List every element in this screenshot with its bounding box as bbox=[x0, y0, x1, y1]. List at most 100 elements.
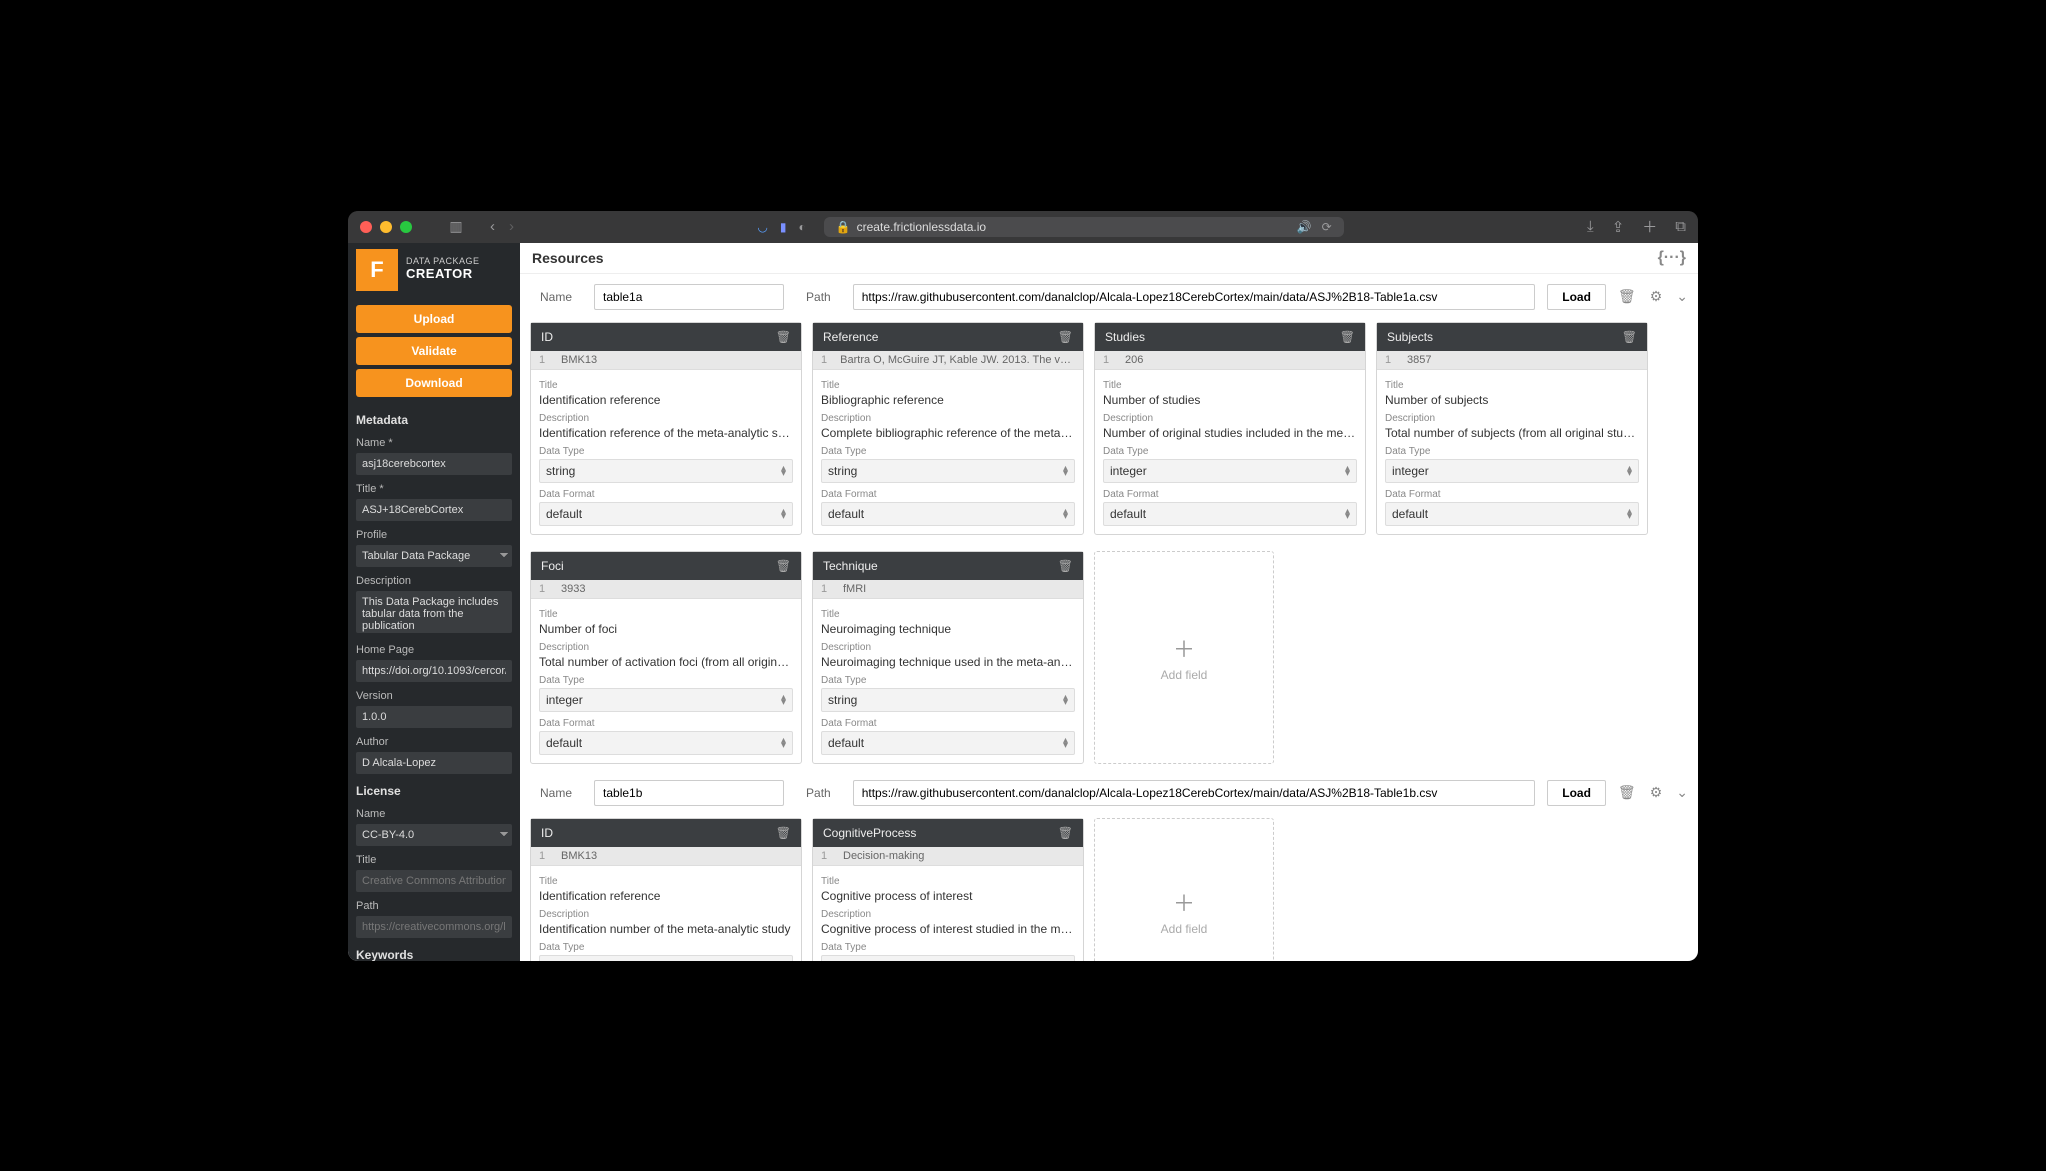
data-format-select[interactable]: default▴▾ bbox=[1385, 502, 1639, 526]
download-button[interactable]: Download bbox=[356, 369, 512, 397]
url-text: create.frictionlessdata.io bbox=[857, 220, 986, 234]
title-value[interactable]: Number of subjects bbox=[1385, 393, 1639, 407]
license-path-input[interactable] bbox=[356, 916, 512, 938]
description-value[interactable]: Number of original studies included in t… bbox=[1103, 426, 1357, 440]
title-value[interactable]: Identification reference bbox=[539, 889, 793, 903]
version-input[interactable] bbox=[356, 706, 512, 728]
data-format-select[interactable]: default▴▾ bbox=[1103, 502, 1357, 526]
description-label: Description bbox=[539, 642, 793, 653]
forward-button[interactable]: › bbox=[509, 218, 514, 235]
resource-name-input[interactable] bbox=[594, 284, 784, 310]
data-type-select[interactable]: string▴▾ bbox=[539, 955, 793, 961]
share-icon[interactable]: ⇪ bbox=[1612, 218, 1625, 236]
trash-icon[interactable]: 🗑 bbox=[776, 559, 791, 573]
description-value[interactable]: Identification number of the meta-analyt… bbox=[539, 922, 793, 936]
resource-path-label: Path bbox=[796, 290, 841, 304]
data-format-select[interactable]: default▴▾ bbox=[539, 502, 793, 526]
author-input[interactable] bbox=[356, 752, 512, 774]
title-input[interactable] bbox=[356, 499, 512, 521]
data-type-select[interactable]: integer▴▾ bbox=[1103, 459, 1357, 483]
profile-select[interactable]: Tabular Data Package bbox=[356, 545, 512, 567]
trash-icon[interactable]: 🗑 bbox=[1618, 784, 1636, 801]
name-label: Name * bbox=[348, 431, 520, 451]
resource-name-input[interactable] bbox=[594, 780, 784, 806]
title-value[interactable]: Identification reference bbox=[539, 393, 793, 407]
field-name: Reference bbox=[823, 330, 878, 344]
trash-icon[interactable]: 🗑 bbox=[1058, 330, 1073, 344]
maximize-window-button[interactable] bbox=[400, 221, 412, 233]
data-type-select[interactable]: string▴▾ bbox=[821, 459, 1075, 483]
chevron-down-icon[interactable]: ⌄ bbox=[1676, 288, 1688, 305]
close-window-button[interactable] bbox=[360, 221, 372, 233]
url-bar[interactable]: 🔒 create.frictionlessdata.io 🔊 ⟳ bbox=[824, 217, 1344, 237]
trash-icon[interactable]: 🗑 bbox=[1058, 559, 1073, 573]
back-button[interactable]: ‹ bbox=[490, 218, 495, 235]
description-value[interactable]: Total number of activation foci (from al… bbox=[539, 655, 793, 669]
load-button[interactable]: Load bbox=[1547, 284, 1606, 310]
license-title-input[interactable] bbox=[356, 870, 512, 892]
validate-button[interactable]: Validate bbox=[356, 337, 512, 365]
sidebar-toggle-icon[interactable]: ▥ bbox=[448, 219, 464, 235]
gear-icon[interactable]: ⚙ bbox=[1650, 784, 1663, 801]
tabs-icon[interactable]: ⧉ bbox=[1675, 218, 1686, 235]
chevron-updown-icon: ▴▾ bbox=[781, 509, 786, 519]
extension-icon[interactable]: ▮ bbox=[780, 220, 787, 234]
chevron-down-icon[interactable]: ⌄ bbox=[1676, 784, 1688, 801]
title-value[interactable]: Number of studies bbox=[1103, 393, 1357, 407]
field-card: Subjects 🗑 1 3857 Title Number of subjec… bbox=[1376, 322, 1648, 535]
data-type-label: Data Type bbox=[1385, 446, 1639, 457]
trash-icon[interactable]: 🗑 bbox=[1058, 826, 1073, 840]
trash-icon[interactable]: 🗑 bbox=[776, 330, 791, 344]
reload-icon[interactable]: ⟳ bbox=[1322, 220, 1332, 234]
add-field-button[interactable]: ＋ Add field bbox=[1094, 818, 1274, 961]
author-label: Author bbox=[348, 730, 520, 750]
data-format-select[interactable]: default▴▾ bbox=[821, 502, 1075, 526]
trash-icon[interactable]: 🗑 bbox=[1622, 330, 1637, 344]
shield-icon[interactable]: ◐ bbox=[798, 220, 805, 234]
gear-icon[interactable]: ⚙ bbox=[1650, 288, 1663, 305]
data-type-select[interactable]: string▴▾ bbox=[539, 459, 793, 483]
description-value[interactable]: Complete bibliographic reference of the … bbox=[821, 426, 1075, 440]
title-value[interactable]: Cognitive process of interest bbox=[821, 889, 1075, 903]
name-input[interactable] bbox=[356, 453, 512, 475]
title-label: Title bbox=[821, 876, 1075, 887]
metadata-header: Metadata bbox=[348, 405, 520, 431]
trash-icon[interactable]: 🗑 bbox=[776, 826, 791, 840]
download-icon[interactable]: ⤓ bbox=[1587, 218, 1594, 235]
minimize-window-button[interactable] bbox=[380, 221, 392, 233]
data-type-label: Data Type bbox=[539, 942, 793, 953]
description-value[interactable]: Total number of subjects (from all origi… bbox=[1385, 426, 1639, 440]
description-input[interactable]: This Data Package includes tabular data … bbox=[356, 591, 512, 633]
resource-path-input[interactable] bbox=[853, 780, 1536, 806]
sample-value: 206 bbox=[1125, 354, 1143, 366]
description-value[interactable]: Identification reference of the meta-ana… bbox=[539, 426, 793, 440]
license-name-select[interactable]: CC-BY-4.0 bbox=[356, 824, 512, 846]
trash-icon[interactable]: 🗑 bbox=[1618, 288, 1636, 305]
homepage-input[interactable] bbox=[356, 660, 512, 682]
data-type-select[interactable]: string▴▾ bbox=[821, 688, 1075, 712]
data-type-select[interactable]: integer▴▾ bbox=[1385, 459, 1639, 483]
field-card: Reference 🗑 1 Bartra O, McGuire JT, Kabl… bbox=[812, 322, 1084, 535]
description-label: Description bbox=[1385, 413, 1639, 424]
data-format-select[interactable]: default▴▾ bbox=[821, 731, 1075, 755]
trash-icon[interactable]: 🗑 bbox=[1340, 330, 1355, 344]
add-field-button[interactable]: ＋ Add field bbox=[1094, 551, 1274, 764]
title-value[interactable]: Neuroimaging technique bbox=[821, 622, 1075, 636]
title-label: Title bbox=[539, 876, 793, 887]
pocket-icon[interactable]: ◡ bbox=[757, 220, 767, 234]
description-value[interactable]: Neuroimaging technique used in the meta-… bbox=[821, 655, 1075, 669]
new-tab-icon[interactable]: ＋ bbox=[1642, 216, 1657, 237]
description-value[interactable]: Cognitive process of interest studied in… bbox=[821, 922, 1075, 936]
audio-icon[interactable]: 🔊 bbox=[1297, 220, 1312, 234]
title-value[interactable]: Bibliographic reference bbox=[821, 393, 1075, 407]
data-format-select[interactable]: default▴▾ bbox=[539, 731, 793, 755]
load-button[interactable]: Load bbox=[1547, 780, 1606, 806]
json-view-icon[interactable]: {···} bbox=[1658, 249, 1686, 267]
title-label: Title bbox=[821, 609, 1075, 620]
resource-path-input[interactable] bbox=[853, 284, 1536, 310]
sample-value: Decision-making bbox=[843, 850, 924, 862]
data-type-select[interactable]: string▴▾ bbox=[821, 955, 1075, 961]
title-value[interactable]: Number of foci bbox=[539, 622, 793, 636]
upload-button[interactable]: Upload bbox=[356, 305, 512, 333]
data-type-select[interactable]: integer▴▾ bbox=[539, 688, 793, 712]
